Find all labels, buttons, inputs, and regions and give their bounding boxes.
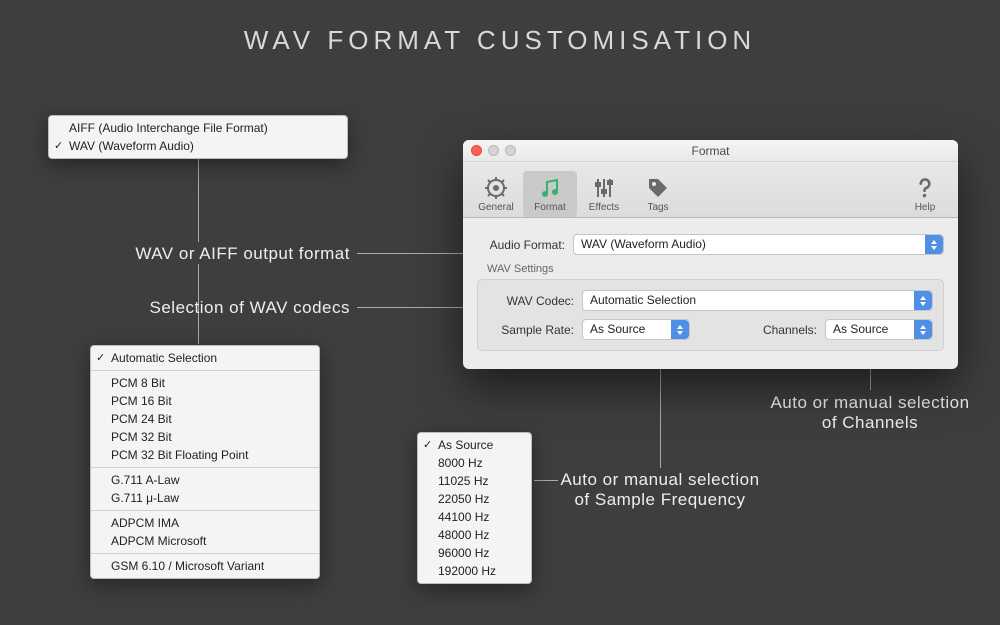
annotation-channels: Auto or manual selection of Channels [770,393,970,433]
menu-item[interactable]: 48000 Hz [418,526,531,544]
window-titlebar: Format [463,140,958,162]
menu-separator [91,510,319,511]
format-pane: Audio Format: WAV (Waveform Audio) WAV S… [463,218,958,369]
menu-item[interactable]: ADPCM IMA [91,514,319,532]
close-button[interactable] [471,145,482,156]
chevron-updown-icon [671,320,689,339]
sliders-icon [577,174,631,202]
menu-item[interactable]: GSM 6.10 / Microsoft Variant [91,557,319,575]
tag-icon [631,174,685,202]
toolbar-tags[interactable]: Tags [631,171,685,217]
menu-item[interactable]: PCM 16 Bit [91,392,319,410]
menu-item[interactable]: PCM 8 Bit [91,374,319,392]
menu-item[interactable]: G.711 μ-Law [91,489,319,507]
menu-item[interactable]: PCM 24 Bit [91,410,319,428]
menu-item[interactable]: PCM 32 Bit Floating Point [91,446,319,464]
toolbar: General Format Effects Tags Help [463,162,958,218]
menu-separator [91,370,319,371]
wav-codec-menu[interactable]: Automatic Selection PCM 8 Bit PCM 16 Bit… [90,345,320,579]
output-format-menu[interactable]: AIFF (Audio Interchange File Format) WAV… [48,115,348,159]
menu-item-auto[interactable]: Automatic Selection [91,349,319,367]
annotation-codec: Selection of WAV codecs [100,298,350,318]
toolbar-help[interactable]: Help [898,171,952,217]
menu-item[interactable]: G.711 A-Law [91,471,319,489]
select-value: As Source [590,322,645,336]
music-note-icon [523,174,577,202]
audio-format-select[interactable]: WAV (Waveform Audio) [573,234,944,255]
menu-separator [91,553,319,554]
audio-format-label: Audio Format: [477,238,573,252]
select-value: WAV (Waveform Audio) [581,237,706,251]
menu-item-wav[interactable]: WAV (Waveform Audio) [49,137,347,155]
gear-icon [469,174,523,202]
wav-settings-panel: WAV Codec: Automatic Selection Sample Ra… [477,279,944,351]
menu-item-aiff[interactable]: AIFF (Audio Interchange File Format) [49,119,347,137]
toolbar-label: General [469,202,523,213]
toolbar-label: Format [523,202,577,213]
connector-line [198,152,199,242]
zoom-button[interactable] [505,145,516,156]
toolbar-effects[interactable]: Effects [577,171,631,217]
toolbar-general[interactable]: General [469,171,523,217]
format-window: Format General Format Effects Tags [463,140,958,369]
menu-item[interactable]: 44100 Hz [418,508,531,526]
annotation-sample-rate: Auto or manual selection of Sample Frequ… [560,470,760,510]
menu-item[interactable]: 11025 Hz [418,472,531,490]
sample-rate-label: Sample Rate: [488,323,574,337]
minimize-button[interactable] [488,145,499,156]
menu-item[interactable]: 192000 Hz [418,562,531,580]
chevron-updown-icon [914,320,932,339]
help-icon [898,174,952,202]
chevron-updown-icon [925,235,943,254]
page-title: WAV FORMAT CUSTOMISATION [0,25,1000,56]
menu-separator [91,467,319,468]
wav-codec-select[interactable]: Automatic Selection [582,290,933,311]
codec-label: WAV Codec: [488,294,574,308]
window-title: Format [691,144,729,158]
chevron-updown-icon [914,291,932,310]
menu-item[interactable]: 22050 Hz [418,490,531,508]
sample-rate-select[interactable]: As Source [582,319,690,340]
channels-select[interactable]: As Source [825,319,933,340]
sample-rate-menu[interactable]: As Source 8000 Hz 11025 Hz 22050 Hz 4410… [417,432,532,584]
menu-item[interactable]: PCM 32 Bit [91,428,319,446]
toolbar-label: Effects [577,202,631,213]
toolbar-label: Tags [631,202,685,213]
menu-item[interactable]: 8000 Hz [418,454,531,472]
connector-line [534,480,558,481]
menu-item-as-source[interactable]: As Source [418,436,531,454]
toolbar-label: Help [898,202,952,213]
channels-label: Channels: [763,323,817,337]
wav-settings-label: WAV Settings [487,263,944,275]
menu-item[interactable]: 96000 Hz [418,544,531,562]
select-value: As Source [833,322,888,336]
annotation-format: WAV or AIFF output format [100,244,350,264]
menu-item[interactable]: ADPCM Microsoft [91,532,319,550]
select-value: Automatic Selection [590,293,696,307]
toolbar-format[interactable]: Format [523,171,577,217]
